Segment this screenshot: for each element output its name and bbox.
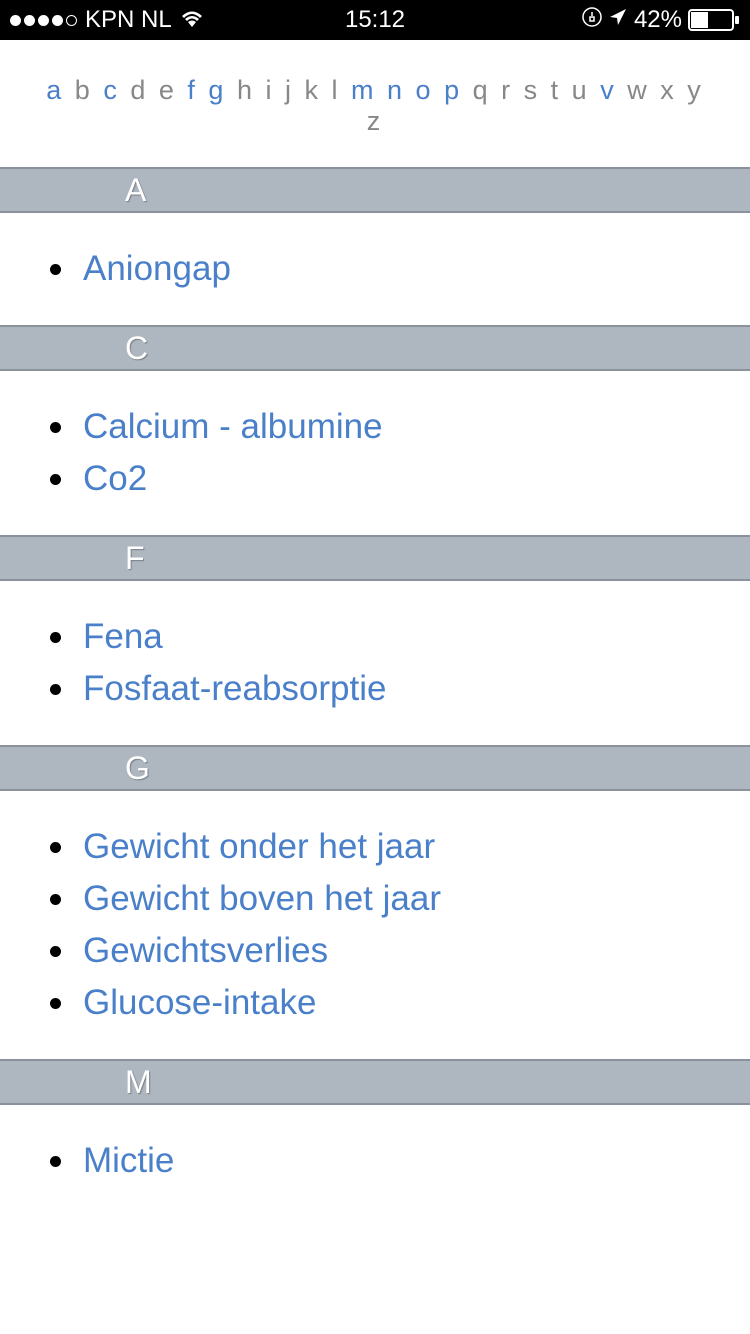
alpha-nav-letter-l: l <box>332 75 352 105</box>
section-body-g: Gewicht onder het jaar Gewicht boven het … <box>0 791 750 1059</box>
alpha-nav-letter-s: s <box>524 75 551 105</box>
alpha-nav-letter-e: e <box>159 75 188 105</box>
alpha-nav-letter-k: k <box>304 75 331 105</box>
list-item[interactable]: Glucose-intake <box>0 977 750 1029</box>
location-icon <box>608 6 628 34</box>
bullet-icon <box>50 422 61 433</box>
list-item[interactable]: Co2 <box>0 453 750 505</box>
list-item[interactable]: Mictie <box>0 1135 750 1187</box>
section-header-c: C <box>0 325 750 371</box>
alpha-nav-letter-m[interactable]: m <box>351 75 387 105</box>
section-header-f: F <box>0 535 750 581</box>
battery-icon <box>688 9 740 31</box>
status-right: 42% <box>582 6 740 34</box>
section-header-a: A <box>0 167 750 213</box>
alpha-nav-letter-v[interactable]: v <box>600 75 627 105</box>
list-item-label[interactable]: Gewichtsverlies <box>83 931 328 971</box>
bullet-icon <box>50 684 61 695</box>
alpha-nav-letter-a[interactable]: a <box>46 75 75 105</box>
section-body-c: Calcium - albumine Co2 <box>0 371 750 535</box>
alpha-nav-letter-p[interactable]: p <box>444 75 473 105</box>
list-item-label[interactable]: Fosfaat-reabsorptie <box>83 669 386 709</box>
list-item[interactable]: Calcium - albumine <box>0 401 750 453</box>
carrier-label: KPN NL <box>85 6 172 34</box>
alpha-nav-letter-f[interactable]: f <box>187 75 208 105</box>
alpha-nav-letter-t: t <box>551 75 572 105</box>
list-item-label[interactable]: Aniongap <box>83 249 231 289</box>
bullet-icon <box>50 946 61 957</box>
alpha-nav-letter-g[interactable]: g <box>208 75 237 105</box>
alpha-nav-letter-j: j <box>285 75 305 105</box>
bullet-icon <box>50 474 61 485</box>
alpha-nav-letter-y: y <box>687 75 704 105</box>
signal-strength-icon <box>10 15 77 26</box>
bullet-icon <box>50 632 61 643</box>
list-item[interactable]: Gewicht onder het jaar <box>0 821 750 873</box>
rotation-lock-icon <box>582 6 602 34</box>
alpha-nav-letter-i: i <box>265 75 285 105</box>
list-item-label[interactable]: Fena <box>83 617 163 657</box>
list-item-label[interactable]: Co2 <box>83 459 147 499</box>
alpha-nav-letter-q: q <box>473 75 502 105</box>
bullet-icon <box>50 998 61 1009</box>
alpha-nav-letter-c[interactable]: c <box>103 75 130 105</box>
section-header-m: M <box>0 1059 750 1105</box>
alpha-nav-letter-z: z <box>367 106 384 136</box>
list-item-label[interactable]: Calcium - albumine <box>83 407 383 447</box>
list-item[interactable]: Fena <box>0 611 750 663</box>
alpha-nav-letter-r: r <box>501 75 524 105</box>
bullet-icon <box>50 264 61 275</box>
wifi-icon <box>180 6 204 34</box>
section-header-g: G <box>0 745 750 791</box>
alpha-nav-letter-x: x <box>660 75 687 105</box>
alpha-nav-letter-o[interactable]: o <box>416 75 445 105</box>
status-time: 15:12 <box>345 6 405 34</box>
list-item-label[interactable]: Gewicht onder het jaar <box>83 827 435 867</box>
list-item-label[interactable]: Gewicht boven het jaar <box>83 879 441 919</box>
status-left: KPN NL <box>10 6 204 34</box>
section-body-a: Aniongap <box>0 213 750 325</box>
alpha-nav-letter-h: h <box>237 75 266 105</box>
alpha-nav-letter-w: w <box>627 75 660 105</box>
list-item[interactable]: Aniongap <box>0 243 750 295</box>
alpha-index-nav: a b c d e f g h i j k l m n o p q r s t … <box>0 40 750 167</box>
alpha-nav-letter-u: u <box>572 75 601 105</box>
bullet-icon <box>50 894 61 905</box>
list-item[interactable]: Gewichtsverlies <box>0 925 750 977</box>
section-body-m: Mictie <box>0 1105 750 1217</box>
alpha-nav-letter-b: b <box>75 75 104 105</box>
list-item[interactable]: Gewicht boven het jaar <box>0 873 750 925</box>
list-item-label[interactable]: Glucose-intake <box>83 983 316 1023</box>
list-item[interactable]: Fosfaat-reabsorptie <box>0 663 750 715</box>
list-item-label[interactable]: Mictie <box>83 1141 174 1181</box>
alpha-nav-letter-d: d <box>130 75 159 105</box>
battery-percent: 42% <box>634 6 682 34</box>
alpha-nav-letter-n[interactable]: n <box>387 75 416 105</box>
status-bar: KPN NL 15:12 42% <box>0 0 750 40</box>
section-body-f: Fena Fosfaat-reabsorptie <box>0 581 750 745</box>
bullet-icon <box>50 1156 61 1167</box>
bullet-icon <box>50 842 61 853</box>
